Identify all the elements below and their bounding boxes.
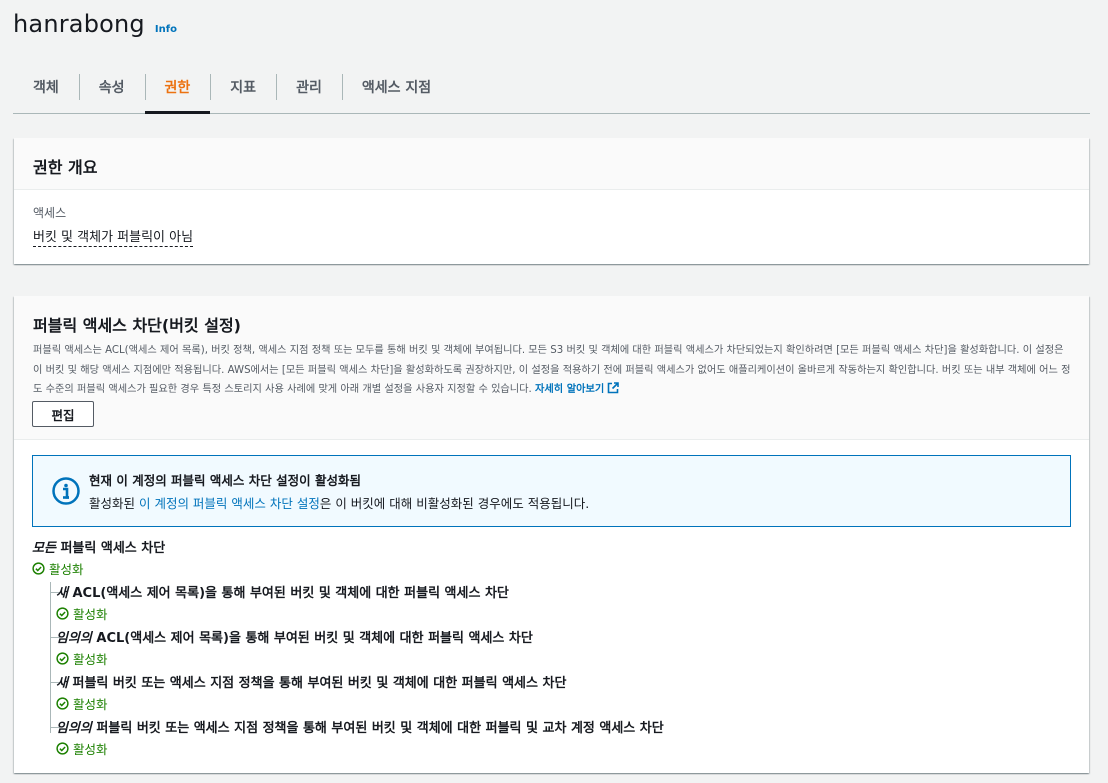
tab-access-points[interactable]: 액세스 지점 [341,62,451,112]
setting-emphasis: 새 [56,676,68,691]
account-settings-link[interactable]: 이 계정의 퍼블릭 액세스 차단 설정 [139,496,320,511]
alert-title: 현재 이 계정의 퍼블릭 액세스 차단 설정이 활성화됨 [89,473,361,488]
status-text: 활성화 [73,742,108,757]
alert-text: 활성화된 이 계정의 퍼블릭 액세스 차단 설정은 이 버킷에 대해 비활성화된… [89,493,1052,512]
setting-status: 활성화 [56,649,533,668]
permissions-overview-panel: 권한 개요 액세스 버킷 및 객체가 퍼블릭이 아님 [14,138,1089,264]
setting-status: 활성화 [56,604,509,623]
bucket-name: hanrabong [13,10,145,38]
setting-status: 활성화 [56,694,566,713]
status-text: 활성화 [49,562,84,577]
check-circle-icon [56,742,69,755]
status-text: 활성화 [73,697,108,712]
panel-header: 권한 개요 [14,138,1089,190]
setting-title-rest: 퍼블릭 액세스 차단 [55,541,166,556]
tab-management[interactable]: 관리 [276,62,342,112]
access-value[interactable]: 버킷 및 객체가 퍼블릭이 아님 [33,226,194,247]
learn-more-link[interactable]: 자세히 알아보기 [535,384,604,395]
alert-text-suffix: 은 이 버킷에 대해 비활성화된 경우에도 적용됩니다. [319,496,590,511]
tab-objects[interactable]: 객체 [13,62,79,112]
check-circle-icon [32,562,45,575]
check-circle-icon [56,652,69,665]
panel-body: 액세스 버킷 및 객체가 퍼블릭이 아님 [14,190,1089,261]
info-alert: 현재 이 계정의 퍼블릭 액세스 차단 설정이 활성화됨 활성화된 이 계정의 … [32,455,1071,527]
setting-emphasis: 임의의 [56,631,92,646]
main-setting: 모든 퍼블릭 액세스 차단 활성화 [32,537,165,578]
block-public-title: 퍼블릭 액세스 차단(버킷 설정) [33,316,241,335]
setting-title: 임의의 퍼블릭 버킷 또는 액세스 지점 정책을 통해 부여된 버킷 및 객체에… [56,717,664,736]
access-label: 액세스 [33,206,67,220]
tab-bar: 객체 속성 권한 지표 관리 액세스 지점 [13,62,1090,114]
setting-title-rest: ACL(액세스 제어 목록)을 통해 부여된 버킷 및 객체에 대한 퍼블릭 액… [67,586,509,601]
panel-header: 퍼블릭 액세스 차단(버킷 설정) 퍼블릭 액세스는 ACL(액세스 제어 목록… [14,296,1089,440]
page-header: hanrabong Info [13,10,177,38]
info-link[interactable]: Info [155,24,177,35]
info-icon [52,477,80,505]
setting-title-rest: ACL(액세스 제어 목록)을 통해 부여된 버킷 및 객체에 대한 퍼블릭 액… [91,631,533,646]
status-text: 활성화 [73,607,108,622]
tab-metrics[interactable]: 지표 [210,62,276,112]
tab-permissions[interactable]: 권한 [144,62,211,114]
setting-title: 새 ACL(액세스 제어 목록)을 통해 부여된 버킷 및 객체에 대한 퍼블릭… [56,582,509,601]
check-circle-icon [56,607,69,620]
setting-status: 활성화 [56,739,664,758]
external-link-icon[interactable] [607,382,620,394]
setting-status: 활성화 [32,559,165,578]
setting-emphasis: 임의의 [56,721,92,736]
setting-title: 임의의 ACL(액세스 제어 목록)을 통해 부여된 버킷 및 객체에 대한 퍼… [56,627,533,646]
block-public-access-panel: 퍼블릭 액세스 차단(버킷 설정) 퍼블릭 액세스는 ACL(액세스 제어 목록… [14,296,1089,773]
setting-title-rest: 퍼블릭 버킷 또는 액세스 지점 정책을 통해 부여된 버킷 및 객체에 대한 … [67,676,567,691]
tree-line [50,582,51,733]
setting-title: 새 퍼블릭 버킷 또는 액세스 지점 정책을 통해 부여된 버킷 및 객체에 대… [56,672,566,691]
setting-title-rest: 퍼블릭 버킷 또는 액세스 지점 정책을 통해 부여된 버킷 및 객체에 대한 … [91,721,664,736]
edit-button[interactable]: 편집 [32,401,94,427]
block-public-description: 퍼블릭 액세스는 ACL(액세스 제어 목록), 버킷 정책, 액세스 지점 정… [33,341,1073,400]
overview-title: 권한 개요 [33,158,98,177]
tab-properties[interactable]: 속성 [78,62,145,112]
setting-emphasis: 새 [56,586,68,601]
alert-text-prefix: 활성화된 [89,496,139,511]
setting-emphasis: 모든 [32,541,56,556]
check-circle-icon [56,697,69,710]
status-text: 활성화 [73,652,108,667]
setting-title: 모든 퍼블릭 액세스 차단 [32,537,165,556]
